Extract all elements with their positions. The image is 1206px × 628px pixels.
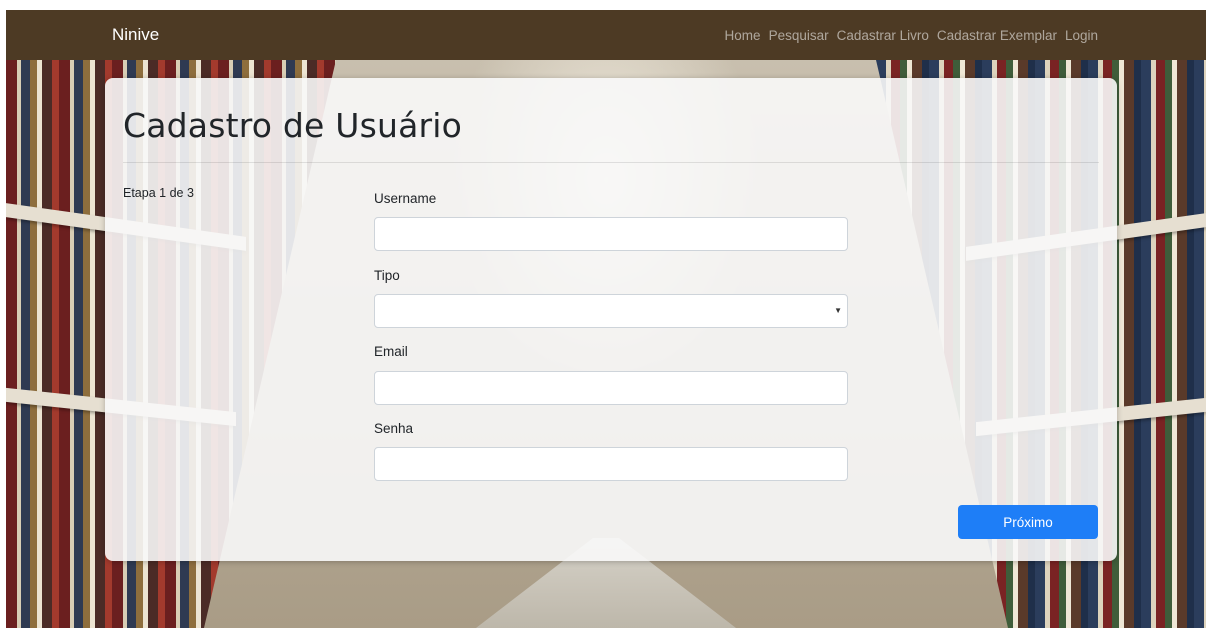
username-input[interactable] <box>374 217 848 251</box>
brand-link[interactable]: Ninive <box>112 25 159 45</box>
nav-link-cadastrar-livro[interactable]: Cadastrar Livro <box>837 28 929 43</box>
page-title: Cadastro de Usuário <box>123 106 463 145</box>
email-input[interactable] <box>374 371 848 405</box>
nav-link-cadastrar-exemplar[interactable]: Cadastrar Exemplar <box>937 28 1057 43</box>
senha-input[interactable] <box>374 447 848 481</box>
nav-link-login[interactable]: Login <box>1065 28 1098 43</box>
step-indicator: Etapa 1 de 3 <box>123 186 194 200</box>
username-label: Username <box>374 191 437 206</box>
next-button[interactable]: Próximo <box>958 505 1098 539</box>
tipo-select-wrapper: ▼ <box>374 294 848 328</box>
tipo-select[interactable] <box>374 294 848 328</box>
navbar: Ninive Home Pesquisar Cadastrar Livro Ca… <box>6 10 1206 60</box>
email-label: Email <box>374 344 408 359</box>
senha-label: Senha <box>374 421 414 436</box>
tipo-label: Tipo <box>374 268 400 283</box>
nav-link-home[interactable]: Home <box>725 28 761 43</box>
title-divider <box>123 162 1099 163</box>
page-frame: Ninive Home Pesquisar Cadastrar Livro Ca… <box>6 10 1206 628</box>
nav-links: Home Pesquisar Cadastrar Livro Cadastrar… <box>725 28 1098 43</box>
registration-card: Cadastro de Usuário Etapa 1 de 3 Usernam… <box>105 78 1117 561</box>
nav-link-pesquisar[interactable]: Pesquisar <box>769 28 829 43</box>
